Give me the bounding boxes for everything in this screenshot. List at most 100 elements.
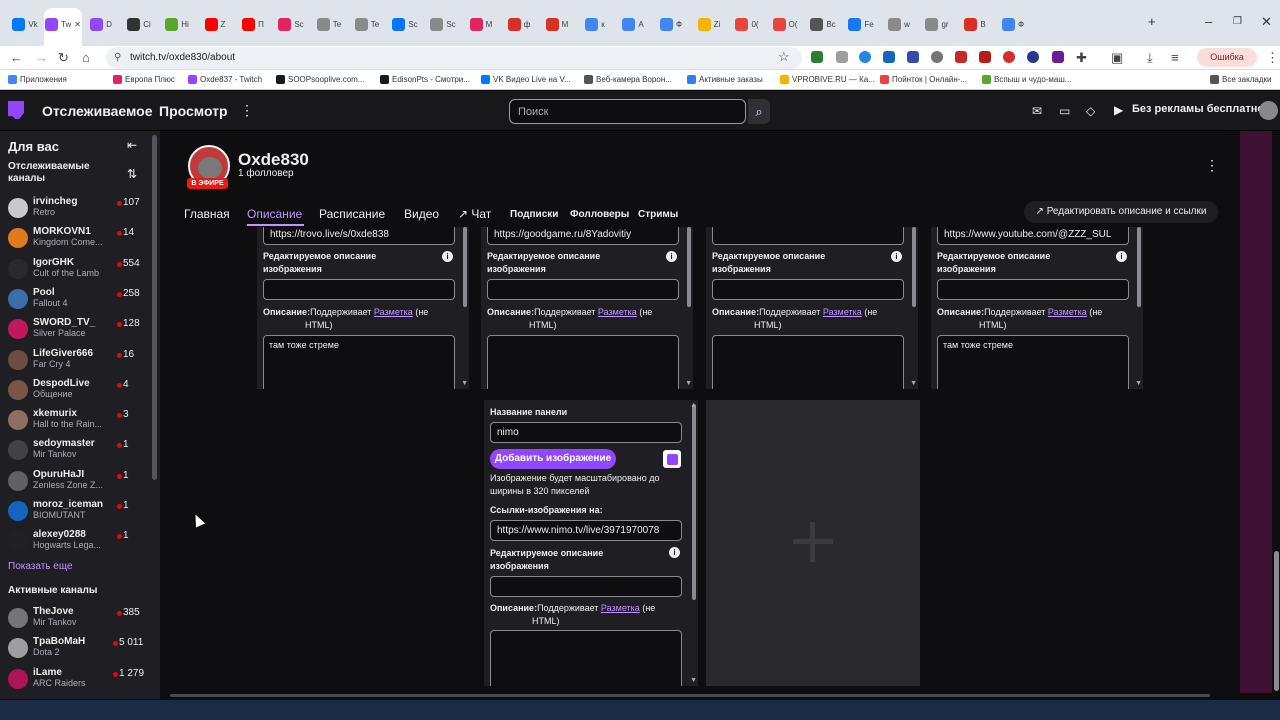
search-button[interactable]: ⌕ <box>748 99 770 124</box>
scroll-down-icon[interactable]: ▼ <box>910 380 917 387</box>
scroll-up-icon[interactable]: ▲ <box>690 402 697 409</box>
page-scrollbar[interactable] <box>1274 551 1279 691</box>
sidebar-channel[interactable]: TheJove Mir Tankov 385 <box>0 603 150 633</box>
browser-tab[interactable]: Sc <box>386 8 424 40</box>
description-textarea[interactable]: там тоже стреме <box>263 335 455 389</box>
extension-icon[interactable] <box>1027 51 1039 63</box>
tab-followers[interactable]: Фолловеры <box>570 209 629 220</box>
extension-icon[interactable] <box>859 51 871 63</box>
twitch-logo-icon[interactable] <box>8 101 24 119</box>
back-icon[interactable]: ← <box>10 50 23 65</box>
sidebar-channel[interactable]: TpaBoMaH Dota 2 5 011 <box>0 633 150 663</box>
bookmark-item[interactable]: Активные заказы <box>687 75 763 84</box>
markdown-link[interactable]: Разметка <box>601 603 640 613</box>
panel-scrollbar[interactable] <box>912 227 916 307</box>
panel-link-input[interactable]: https://goodgame.ru/8Yadovitiy <box>487 227 679 245</box>
sidebar-channel[interactable]: IgorGHK Cult of the Lamb 554 <box>0 254 150 284</box>
info-icon[interactable]: i <box>442 251 453 262</box>
site-info-icon[interactable]: ⚲ <box>114 47 121 69</box>
scroll-down-icon[interactable]: ▼ <box>690 677 697 684</box>
extension-icon[interactable] <box>907 51 919 63</box>
tab-search-icon[interactable]: ▣ <box>1111 50 1123 66</box>
browser-menu-icon[interactable]: ⋮ <box>1266 50 1279 66</box>
bookmark-item[interactable]: VK Видео Live на V... <box>481 75 571 84</box>
search-input[interactable] <box>509 99 746 124</box>
browser-tab[interactable]: Hi <box>158 8 196 40</box>
info-icon[interactable]: i <box>1116 251 1127 262</box>
browser-tab[interactable]: M <box>462 8 500 40</box>
panel-title-input[interactable]: nimo <box>490 422 682 443</box>
scroll-down-icon[interactable]: ▼ <box>1135 380 1142 387</box>
download-icon[interactable]: ⤓ <box>1147 50 1153 66</box>
add-image-button[interactable]: Добавить изображение <box>490 449 616 469</box>
bookmark-item[interactable]: Пойнток | Онлайн-... <box>880 75 967 84</box>
bookmark-item[interactable]: VPROBIVE.RU — Ка... <box>780 75 875 84</box>
scroll-down-icon[interactable]: ▼ <box>685 380 692 387</box>
tab-schedule[interactable]: Расписание <box>319 207 385 221</box>
browser-tab[interactable]: Tw ✕ <box>44 8 82 46</box>
bookmark-item[interactable]: Вспыш и чудо-маш... <box>982 75 1071 84</box>
profile-error-button[interactable]: Ошибка <box>1197 48 1257 67</box>
tab-about[interactable]: Описание <box>247 207 302 221</box>
extensions-puzzle-icon[interactable]: ✚ <box>1076 50 1087 66</box>
browser-tab[interactable]: Te <box>310 8 348 40</box>
browser-tab[interactable]: Sc <box>272 8 310 40</box>
tab-chat[interactable]: ↗ Чат <box>458 207 491 221</box>
alt-text-input[interactable] <box>712 279 904 300</box>
nav-more-icon[interactable]: ⋮ <box>240 102 254 119</box>
sidebar-channel[interactable]: moroz_iceman BIOMUTANT 1 <box>0 496 150 526</box>
sidebar-channel[interactable]: OpuruHaJI Zenless Zone Z... 1 <box>0 466 150 496</box>
add-panel-button[interactable] <box>706 400 920 686</box>
browser-tab[interactable]: Vk <box>6 8 44 40</box>
extension-icon[interactable] <box>955 51 967 63</box>
channel-more-icon[interactable]: ⋮ <box>1205 157 1219 174</box>
bookmark-item[interactable]: Oxde837 - Twitch <box>188 75 262 84</box>
tab-streams[interactable]: Стримы <box>638 209 678 220</box>
whispers-icon[interactable]: ▭ <box>1059 104 1070 118</box>
panel-scrollbar[interactable] <box>692 404 696 600</box>
browser-tab[interactable]: П <box>234 8 272 40</box>
description-textarea[interactable] <box>712 335 904 389</box>
home-icon[interactable]: ⌂ <box>82 50 90 65</box>
nav-browse[interactable]: Просмотр <box>159 103 228 119</box>
horizontal-scrollbar[interactable] <box>170 694 1210 697</box>
extension-icon[interactable] <box>931 51 943 63</box>
info-icon[interactable]: i <box>891 251 902 262</box>
url-bar[interactable]: ⚲ twitch.tv/oxde830/about <box>106 47 802 69</box>
user-avatar[interactable] <box>1259 101 1278 120</box>
bookmark-star-icon[interactable]: ☆ <box>778 49 790 65</box>
panel-scrollbar[interactable] <box>1137 227 1141 307</box>
browser-tab[interactable]: D <box>82 8 120 40</box>
new-tab-button[interactable]: + <box>1148 14 1156 29</box>
markdown-link[interactable]: Разметка <box>598 307 637 317</box>
panel-scrollbar[interactable] <box>687 227 691 307</box>
bookmark-item[interactable]: Все закладки <box>1210 75 1271 84</box>
extension-icon[interactable] <box>811 51 823 63</box>
browser-tab[interactable]: Sc <box>424 8 462 40</box>
close-tab-icon[interactable]: ✕ <box>74 20 81 29</box>
sidebar-channel[interactable]: irvincheg Retro 107 <box>0 193 150 223</box>
browser-tab[interactable]: A <box>614 8 652 40</box>
show-more-link[interactable]: Показать еще <box>8 561 73 572</box>
sidebar-channel[interactable]: alexey0288 Hogwarts Lega... 1 <box>0 526 150 556</box>
description-textarea[interactable] <box>487 335 679 389</box>
reading-list-icon[interactable]: ≡ <box>1171 50 1179 65</box>
no-ads-link[interactable]: Без рекламы бесплатно <box>1132 103 1264 115</box>
description-textarea[interactable] <box>490 630 682 686</box>
extension-icon[interactable] <box>979 51 991 63</box>
browser-tab[interactable]: Ci <box>120 8 158 40</box>
maximize-icon[interactable]: ❐ <box>1233 16 1242 27</box>
bookmark-item[interactable]: Веб-камера Ворон... <box>584 75 672 84</box>
tab-videos[interactable]: Видео <box>404 207 439 221</box>
alt-text-input[interactable] <box>263 279 455 300</box>
sort-icon[interactable]: ⇅ <box>127 167 137 181</box>
channel-name[interactable]: Oxde830 <box>238 150 309 170</box>
browser-tab[interactable]: Ф <box>652 8 690 40</box>
tab-subscriptions[interactable]: Подписки <box>510 209 558 220</box>
info-icon[interactable]: i <box>666 251 677 262</box>
sidebar-channel[interactable]: Pool Fallout 4 258 <box>0 284 150 314</box>
sidebar-channel[interactable]: MORKOVN1 Kingdom Come... 14 <box>0 223 150 253</box>
sidebar-channel[interactable]: DespodLive Общение 4 <box>0 375 150 405</box>
alt-text-input[interactable] <box>937 279 1129 300</box>
browser-tab[interactable]: M <box>538 8 576 40</box>
